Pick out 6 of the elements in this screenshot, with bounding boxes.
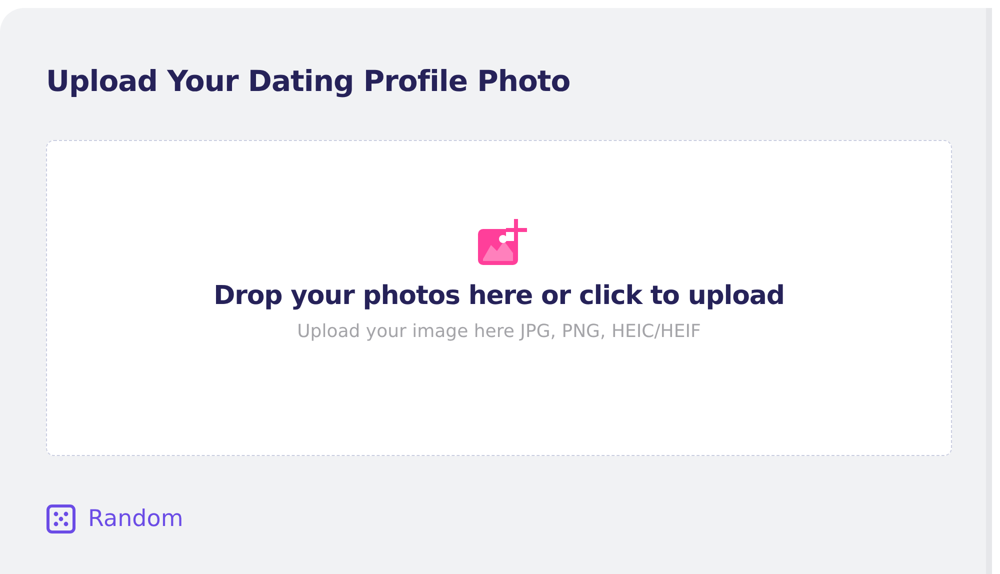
drop-hint: Upload your image here JPG, PNG, HEIC/HEIF xyxy=(297,321,701,342)
panel-title: Upload Your Dating Profile Photo xyxy=(46,66,572,96)
dice-icon xyxy=(46,504,76,534)
random-button[interactable]: Random xyxy=(46,504,184,534)
drop-zone[interactable]: Drop your photos here or click to upload Upload your image here JPG, PNG, HEIC/HEIF xyxy=(46,140,952,456)
drop-heading: Drop your photos here or click to upload xyxy=(214,281,784,311)
